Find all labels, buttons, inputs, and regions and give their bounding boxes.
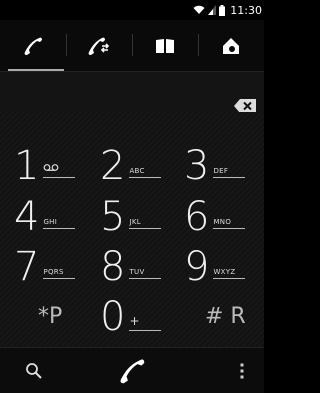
key-8[interactable]: 8 TUV: [100, 241, 162, 290]
tab-bar: [0, 20, 264, 72]
tab-dialer[interactable]: [0, 20, 66, 72]
key-letters: PQRS: [43, 268, 76, 279]
key-letters: JKL: [129, 218, 162, 229]
key-digit: 4: [14, 194, 39, 240]
key-digit: 6: [184, 194, 209, 240]
dial-keypad: 1 2 ABC 3 DEF 4 GHI 5 JKL 6 MNO 7 PQRS 8…: [0, 112, 264, 347]
key-9[interactable]: 9 WXYZ: [184, 241, 246, 290]
wifi-icon: [193, 5, 205, 14]
phone-icon: [24, 37, 42, 55]
call-log-icon: [88, 37, 110, 55]
key-digit: 2: [100, 143, 125, 189]
voicemail-icon: [43, 156, 76, 178]
tab-divider: [198, 34, 199, 56]
key-digit: 0: [100, 294, 125, 340]
key-5[interactable]: 5 JKL: [100, 191, 162, 240]
key-digit: 9: [184, 244, 209, 290]
key-4[interactable]: 4 GHI: [14, 191, 76, 240]
key-letters: MNO: [213, 218, 246, 229]
key-letters: DEF: [213, 167, 246, 178]
key-6[interactable]: 6 MNO: [184, 191, 246, 240]
bottom-action-bar: [0, 347, 264, 393]
key-digit: *P: [38, 304, 63, 329]
key-letters: +: [129, 314, 162, 331]
key-letters: WXYZ: [213, 268, 246, 279]
tab-divider: [132, 34, 133, 56]
search-icon: [26, 362, 42, 379]
key-2[interactable]: 2 ABC: [100, 140, 162, 189]
key-digit: 3: [184, 143, 209, 189]
tab-contacts[interactable]: [132, 20, 198, 72]
status-bar: 11:30: [0, 0, 264, 20]
key-star-pause[interactable]: *P: [38, 291, 62, 337]
key-digit: 8: [100, 244, 125, 290]
key-digit: 1: [14, 143, 39, 189]
key-letters: GHI: [43, 218, 76, 229]
dial-number-field[interactable]: [0, 72, 264, 113]
key-0[interactable]: 0 +: [100, 291, 162, 340]
star-house-icon: [223, 38, 239, 54]
key-digit: # R: [205, 304, 246, 329]
signal-icon: [208, 5, 217, 15]
tab-call-log[interactable]: [66, 20, 132, 72]
search-button[interactable]: [14, 348, 54, 393]
battery-icon: [219, 4, 226, 16]
tab-favorites[interactable]: [198, 20, 264, 72]
call-button[interactable]: [110, 348, 154, 393]
overflow-menu-button[interactable]: [232, 348, 252, 393]
overflow-menu-icon: [240, 363, 244, 378]
key-hash-wait[interactable]: # R: [205, 291, 246, 337]
clock: 11:30: [230, 3, 262, 17]
backspace-icon[interactable]: [234, 99, 256, 113]
key-7[interactable]: 7 PQRS: [14, 241, 76, 290]
call-icon: [120, 359, 145, 383]
key-3[interactable]: 3 DEF: [184, 140, 246, 189]
contacts-book-icon: [156, 39, 174, 53]
key-1[interactable]: 1: [14, 140, 76, 189]
key-digit: 7: [14, 244, 39, 290]
key-digit: 5: [100, 194, 125, 240]
key-letters: ABC: [129, 167, 162, 178]
key-letters: TUV: [129, 268, 162, 279]
tab-divider: [66, 34, 67, 56]
